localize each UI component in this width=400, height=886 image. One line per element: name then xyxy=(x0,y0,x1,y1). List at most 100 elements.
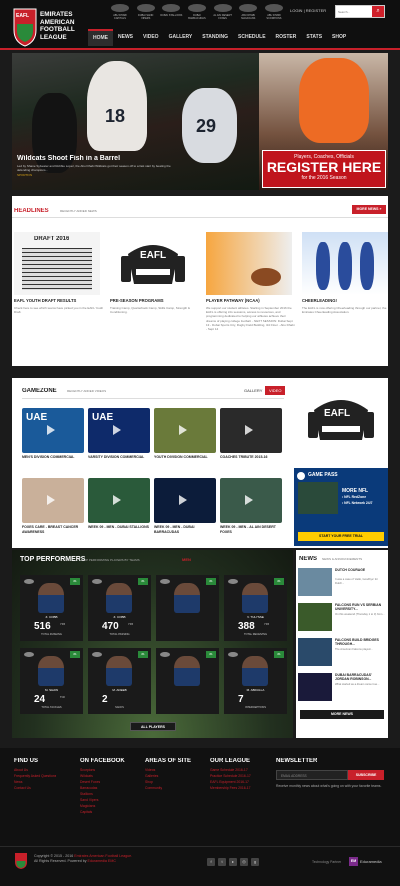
news-item[interactable]: DUBAI BARRACUDAS' JORDAN ROBINSON... What… xyxy=(298,673,386,701)
video-title[interactable]: VARSITY DIVISION COMMERCIAL xyxy=(88,455,150,460)
headline-image[interactable]: DRAFT 2016 xyxy=(14,232,100,295)
search-input[interactable] xyxy=(338,8,372,16)
player-name[interactable]: V. TULYSSE xyxy=(224,615,287,619)
eafl-logo[interactable]: EAFL EMIRATES AMERICAN FOOTBALL LEAGUE xyxy=(12,6,86,48)
all-players-button[interactable]: ALL PLAYERS xyxy=(130,722,176,731)
team-link[interactable]: DUBAI BARRACUDAS xyxy=(185,3,209,29)
performer-card[interactable]: #1 Z. COBB 470 YDS TOTAL PASSING xyxy=(88,575,151,641)
free-trial-button[interactable]: START YOUR FREE TRIAL xyxy=(298,532,384,541)
performer-card[interactable]: #1 xyxy=(156,648,219,714)
subscribe-button[interactable]: SUBSCRIBE xyxy=(348,770,384,780)
video-thumbnail[interactable] xyxy=(154,408,216,453)
more-news-button[interactable]: MORE NEWS » xyxy=(352,205,386,214)
footer-league-link[interactable]: Membership Fees 2016-17 xyxy=(210,785,251,791)
headline-image[interactable] xyxy=(206,232,292,295)
nav-item-roster[interactable]: ROSTER xyxy=(271,29,302,46)
league-link[interactable]: Emirates American Football League. xyxy=(74,854,132,858)
footer-link[interactable]: Contact Us xyxy=(14,785,56,791)
powered-link[interactable]: Eduramedia EMC xyxy=(88,859,116,863)
video-title[interactable]: WEEK 09 - MEN - DUBAI STALLIONS xyxy=(88,525,150,530)
youtube-icon[interactable]: ▸ xyxy=(229,858,237,866)
news-thumbnail[interactable] xyxy=(298,603,332,631)
player-name[interactable]: M. ABDULLA xyxy=(224,688,287,692)
video-card[interactable]: WEEK 09 - MEN - DUBAI BARRACUDAS xyxy=(154,478,216,534)
google-plus-icon[interactable]: g xyxy=(251,858,259,866)
eafl-side-ad[interactable]: EAFL xyxy=(294,380,388,464)
footer-area-link[interactable]: Community xyxy=(145,785,162,791)
performer-card[interactable]: #1 xyxy=(156,575,219,641)
news-thumbnail[interactable] xyxy=(298,568,332,596)
performer-card[interactable]: #1 M. SHAW 24 TCK TOTAL TACKLES xyxy=(20,648,83,714)
video-thumbnail[interactable] xyxy=(88,478,150,523)
team-link[interactable]: ABU DHABI CAPITALS xyxy=(108,3,132,29)
news-item-title[interactable]: DUTCH COURAGE xyxy=(335,568,386,572)
twitter-icon[interactable]: t xyxy=(218,858,226,866)
video-title[interactable]: WEEK 09 - MEN - DUBAI BARRACUDAS xyxy=(154,525,216,534)
register-link[interactable]: REGISTER xyxy=(306,8,326,13)
performer-card[interactable]: #1 M. ADEEB 2 SACKS xyxy=(88,648,151,714)
video-thumbnail[interactable]: UAE xyxy=(22,408,84,453)
headline-title[interactable]: PLAYER PATHWAY (NCAA) xyxy=(206,298,296,303)
team-link[interactable]: ABU DHABI SCORPIONS xyxy=(262,3,286,29)
news-thumbnail[interactable] xyxy=(298,638,332,666)
video-title[interactable]: COACHES TRIBUTE 2015-16 xyxy=(220,455,282,460)
news-item-title[interactable]: DUBAI BARRACUDAS' JORDAN ROBINSON... xyxy=(335,673,386,681)
search-icon[interactable]: ⌕ xyxy=(372,6,384,17)
video-card[interactable]: YOUTH DIVISION COMMERCIAL xyxy=(154,408,216,460)
video-thumbnail[interactable] xyxy=(220,408,282,453)
headline-title[interactable]: PRE-SEASON PROGRAMS xyxy=(110,298,200,303)
news-item[interactable]: FALCONS BUILD BRIDGES THROUGH... The Amer… xyxy=(298,638,386,666)
tab-gallery[interactable]: GALLERY xyxy=(240,386,266,395)
nfl-gamepass-ad[interactable]: GAME PASS MORE NFL • NFL RedZone • NFL Net… xyxy=(294,468,388,546)
nav-item-schedule[interactable]: SCHEDULE xyxy=(233,29,271,46)
partner-name[interactable]: Eduramedia xyxy=(360,859,382,864)
nav-item-home[interactable]: HOME xyxy=(88,29,113,46)
team-link[interactable]: AL AIN DESERT FOXES xyxy=(211,3,235,29)
nav-item-stats[interactable]: STATS xyxy=(301,29,327,46)
video-thumbnail[interactable] xyxy=(220,478,282,523)
video-card[interactable]: WEEK 09 - MEN - DUBAI STALLIONS xyxy=(88,478,150,530)
video-title[interactable]: MEN'S DIVISION COMMERCIAL xyxy=(22,455,84,460)
player-name[interactable]: M. SHAW xyxy=(20,688,83,692)
video-card[interactable]: FOXES CARE - BREAST CANCER AWARENESS xyxy=(22,478,84,534)
video-title[interactable]: FOXES CARE - BREAST CANCER AWARENESS xyxy=(22,525,84,534)
headline-card[interactable]: DRAFT 2016 EAFL YOUTH DRAFT RESULTS Check … xyxy=(14,232,104,362)
tab-men[interactable]: MEN xyxy=(182,557,191,562)
news-item[interactable]: DUTCH COURAGE It was a case of 'Hello, Go… xyxy=(298,568,386,596)
video-card[interactable]: UAE VARSITY DIVISION COMMERCIAL xyxy=(88,408,150,460)
video-card[interactable]: UAE MEN'S DIVISION COMMERCIAL xyxy=(22,408,84,460)
headline-image[interactable] xyxy=(302,232,388,295)
team-link[interactable]: ABU DHABI MAGICIANS xyxy=(236,3,260,29)
more-news-button[interactable]: MORE NEWS xyxy=(300,710,384,719)
news-item-title[interactable]: FALCONS RUN VS SERBIAN UNIVERSITY... xyxy=(335,603,386,611)
nav-item-news[interactable]: NEWS xyxy=(113,29,138,46)
hero-title[interactable]: Wildcats Shoot Fish in a Barrel xyxy=(17,155,257,162)
register-banner[interactable]: Players, Coaches, Officials REGISTER HER… xyxy=(262,150,386,188)
video-thumbnail[interactable]: UAE xyxy=(88,408,150,453)
nav-item-gallery[interactable]: GALLERY xyxy=(164,29,198,46)
headline-image[interactable]: EAFL xyxy=(110,232,196,295)
performer-card[interactable]: #1 V. TULYSSE 388 YDS TOTAL RECEIVING xyxy=(224,575,287,641)
facebook-icon[interactable]: f xyxy=(207,858,215,866)
news-thumbnail[interactable] xyxy=(298,673,332,701)
nav-item-shop[interactable]: SHOP xyxy=(327,29,351,46)
player-name[interactable]: M. ADEEB xyxy=(88,688,151,692)
performer-card[interactable]: #1 Z. COBB 516 YDS TOTAL RUSHING xyxy=(20,575,83,641)
login-link[interactable]: LOGIN xyxy=(290,8,302,13)
hero-slide-image[interactable]: 18 29 Wildcats Shoot Fish in a Barrel Le… xyxy=(12,53,259,190)
newsletter-email-field[interactable]: EMAIL ADDRESS xyxy=(276,770,348,780)
headline-card[interactable]: CHEERLEADING! The EAFL is now offering Ch… xyxy=(302,232,392,362)
news-item-title[interactable]: FALCONS BUILD BRIDGES THROUGH... xyxy=(335,638,386,646)
video-title[interactable]: WEEK 09 - MEN - AL AIN DESERT FOXES xyxy=(220,525,282,534)
video-thumbnail[interactable] xyxy=(22,478,84,523)
performer-card[interactable]: #1 M. ABDULLA 7 INTERCEPTIONS xyxy=(224,648,287,714)
video-card[interactable]: WEEK 09 - MEN - AL AIN DESERT FOXES xyxy=(220,478,282,534)
headline-card[interactable]: EAFL PRE-SEASON PROGRAMS Training Camp, Qu… xyxy=(110,232,200,362)
footer-logo[interactable] xyxy=(14,852,28,871)
tab-video[interactable]: VIDEO xyxy=(265,386,286,395)
video-title[interactable]: YOUTH DIVISION COMMERCIAL xyxy=(154,455,216,460)
headline-title[interactable]: EAFL YOUTH DRAFT RESULTS xyxy=(14,298,104,303)
player-name[interactable]: Z. COBB xyxy=(88,615,151,619)
headline-title[interactable]: CHEERLEADING! xyxy=(302,298,392,303)
headline-card[interactable]: PLAYER PATHWAY (NCAA) We support our stud… xyxy=(206,232,296,362)
